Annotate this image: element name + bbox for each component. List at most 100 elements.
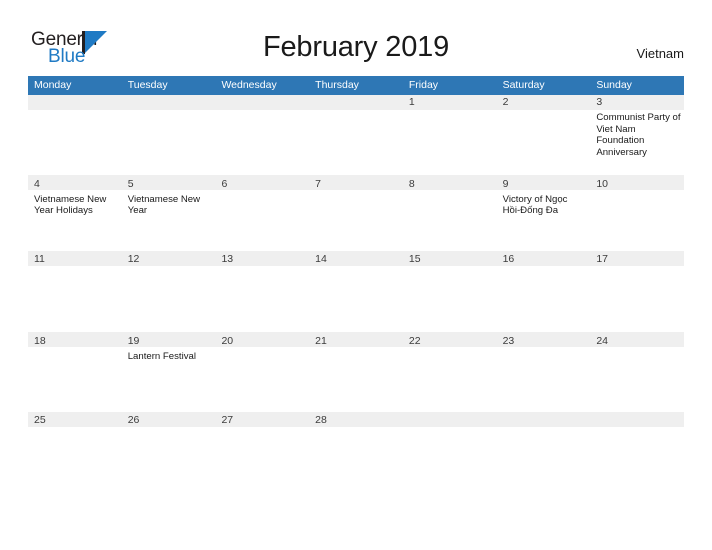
day-number: 1 [408,96,415,108]
day-number: 16 [502,253,515,265]
weekday-header-cell: Thursday [315,79,359,91]
weekday-header-cell: Tuesday [127,79,168,91]
calendar-week-row: 1 2 3 Communist Party of Viet Nam Foundatio… [28,95,684,175]
day-number [409,413,494,428]
day-events [596,192,681,194]
calendar-day-cell[interactable]: 20 [215,334,309,412]
week-cells: 25 26 27 28 [28,411,684,458]
day-number: 3 [596,96,603,108]
calendar-day-cell[interactable]: 18 [28,334,122,412]
day-number: 25 [34,414,46,426]
day-number: 15 [408,253,421,265]
day-number [596,413,681,428]
day-events [503,349,588,351]
calendar-day-cell[interactable]: 9 Victory of Ngọc Hồi-Đống Đa [497,177,591,251]
week-cells: 1 2 3 Communist Party of Viet Nam Foundatio… [28,95,684,175]
holiday-event-label: Communist Party of Viet Nam Foundation A… [596,112,681,158]
day-number: 19 [127,334,140,347]
day-number: 9 [502,177,509,190]
day-number: 12 [127,253,140,265]
day-events [503,267,588,269]
calendar-day-cell[interactable]: 1 [403,95,497,175]
calendar-day-cell[interactable]: 4 Vietnamese New Year Holidays [28,177,122,251]
calendar-day-cell[interactable]: 25 [28,413,122,458]
holiday-event-label: Vietnamese New Year [127,193,201,217]
calendar-day-cell[interactable]: 23 [497,334,591,412]
weekday-header-row: Monday Tuesday Wednesday Thursday Friday Satu… [28,76,684,95]
day-number [503,413,588,428]
week-cells: 11 12 13 14 15 16 17 [28,250,684,332]
calendar-day-cell[interactable]: 27 [215,413,309,458]
day-number: 11 [34,253,45,265]
day-number: 17 [596,253,608,265]
day-events [128,267,213,269]
calendar-day-cell[interactable]: 7 [309,177,403,251]
calendar-week-row: 4 Vietnamese New Year Holidays 5 Vietnamese… [28,175,684,251]
day-events [34,349,119,351]
day-events [503,110,588,112]
day-number: 27 [221,414,234,426]
day-number: 6 [221,177,228,190]
calendar-day-cell-empty [497,413,591,458]
day-events [221,192,306,194]
day-events [34,267,119,269]
calendar-week-row: 25 26 27 28 [28,411,684,459]
weekday-header-cell: Monday [34,79,72,91]
calendar-day-cell-empty [403,413,497,458]
calendar-day-cell[interactable]: 16 [497,252,591,332]
day-events [409,428,494,430]
day-number: 24 [596,334,608,347]
day-events [315,349,400,351]
page-header: General Blue February 2019 Vietnam [0,0,712,76]
calendar-day-cell[interactable]: 6 [215,177,309,251]
calendar-day-cell[interactable]: 8 [403,177,497,251]
week-cells: 18 19 Lantern Festival 20 21 22 23 24 [28,332,684,412]
calendar-day-cell[interactable]: 19 Lantern Festival [122,334,216,412]
calendar-day-cell[interactable]: 11 [28,252,122,332]
day-number: 28 [315,414,327,426]
calendar-day-cell[interactable]: 13 [215,252,309,332]
day-events [34,110,119,112]
day-events [409,267,494,269]
day-number: 22 [408,334,421,347]
calendar-day-cell[interactable]: 24 [590,334,684,412]
day-number [315,95,400,110]
calendar-day-cell[interactable]: 10 [590,177,684,251]
calendar-day-cell[interactable]: 2 [497,95,591,175]
day-events [128,428,213,430]
calendar-day-cell[interactable]: 28 [309,413,403,458]
day-number: 7 [315,177,321,190]
weekday-header-cell: Friday [408,79,439,91]
weekday-header-cell: Sunday [596,79,632,91]
day-events [596,267,681,269]
day-number [128,95,213,110]
day-number: 14 [315,253,327,265]
day-number: 13 [221,253,234,265]
calendar-day-cell[interactable]: 12 [122,252,216,332]
calendar-day-cell[interactable]: 5 Vietnamese New Year [122,177,216,251]
calendar-body: 1 2 3 Communist Party of Viet Nam Foundatio… [28,95,684,458]
calendar-day-cell[interactable]: 14 [309,252,403,332]
day-events [315,110,400,112]
calendar-day-cell-empty [215,95,309,175]
holiday-event-label: Lantern Festival [127,350,196,362]
country-label: Vietnam [636,46,684,61]
calendar-day-cell[interactable]: 17 [590,252,684,332]
holiday-event-label: Vietnamese New Year Holidays [34,193,107,217]
day-events: Victory of Ngọc Hồi-Đống Đa [503,192,588,217]
day-number: 4 [34,177,40,190]
day-number [34,95,119,110]
day-events: Vietnamese New Year Holidays [34,192,119,217]
calendar-day-cell[interactable]: 26 [122,413,216,458]
calendar-week-row: 11 12 13 14 15 16 17 [28,250,684,333]
calendar-day-cell[interactable]: 21 [309,334,403,412]
calendar-grid: Monday Tuesday Wednesday Thursday Friday Satu… [28,76,684,458]
calendar-day-cell[interactable]: 15 [403,252,497,332]
day-number [221,95,306,110]
calendar-day-cell[interactable]: 3 Communist Party of Viet Nam Foundation … [590,95,684,175]
day-number: 20 [221,334,234,347]
day-number: 23 [502,334,515,347]
calendar-day-cell[interactable]: 22 [403,334,497,412]
day-number: 21 [315,334,327,347]
day-events [221,428,306,430]
